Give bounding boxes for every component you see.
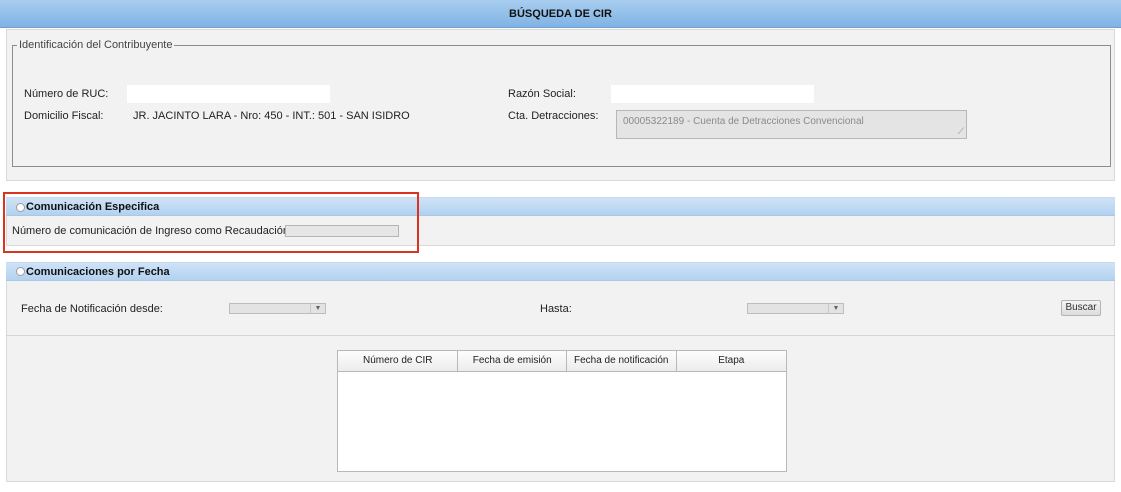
page-title: BÚSQUEDA DE CIR xyxy=(0,0,1121,28)
column-header-etapa[interactable]: Etapa xyxy=(677,351,787,371)
comunicaciones-fecha-header xyxy=(6,262,1115,281)
cta-detracciones-textarea[interactable]: 00005322189 - Cuenta de Detracciones Con… xyxy=(616,110,967,139)
column-header-fecha-notificacion[interactable]: Fecha de notificación xyxy=(567,351,677,371)
razon-social-value-field xyxy=(611,85,814,103)
domicilio-label: Domicilio Fiscal: xyxy=(24,110,104,122)
fecha-desde-select[interactable]: ▼ xyxy=(229,303,326,314)
chevron-down-icon[interactable]: ▼ xyxy=(310,304,325,313)
identificacion-legend: Identificación del Contribuyente xyxy=(19,39,173,51)
results-table-header: Número de CIR Fecha de emisión Fecha de … xyxy=(338,351,786,372)
fecha-hasta-select[interactable]: ▼ xyxy=(747,303,844,314)
identificacion-fieldset: Identificación del Contribuyente xyxy=(12,39,1111,167)
comunicaciones-fecha-title: Comunicaciones por Fecha xyxy=(26,266,170,278)
section-divider xyxy=(6,335,1115,336)
ruc-label: Número de RUC: xyxy=(24,88,109,100)
chevron-down-icon[interactable]: ▼ xyxy=(828,304,843,313)
comunicaciones-fecha-radio[interactable] xyxy=(16,267,25,276)
fecha-desde-label: Fecha de Notificación desde: xyxy=(21,303,163,315)
column-header-numero-cir[interactable]: Número de CIR xyxy=(338,351,459,371)
domicilio-value: JR. JACINTO LARA - Nro: 450 - INT.: 501 … xyxy=(133,110,410,122)
buscar-button[interactable]: Buscar xyxy=(1061,300,1101,316)
hasta-label: Hasta: xyxy=(540,303,572,315)
cta-detracciones-value: 00005322189 - Cuenta de Detracciones Con… xyxy=(623,116,864,127)
results-table: Número de CIR Fecha de emisión Fecha de … xyxy=(337,350,787,472)
razon-social-label: Razón Social: xyxy=(508,88,576,100)
ruc-value-field xyxy=(127,85,330,103)
cta-detracciones-label: Cta. Detracciones: xyxy=(508,110,599,122)
resize-grip-icon[interactable]: ⟋ xyxy=(958,126,964,137)
highlight-frame xyxy=(3,192,419,253)
column-header-fecha-emision[interactable]: Fecha de emisión xyxy=(458,351,567,371)
